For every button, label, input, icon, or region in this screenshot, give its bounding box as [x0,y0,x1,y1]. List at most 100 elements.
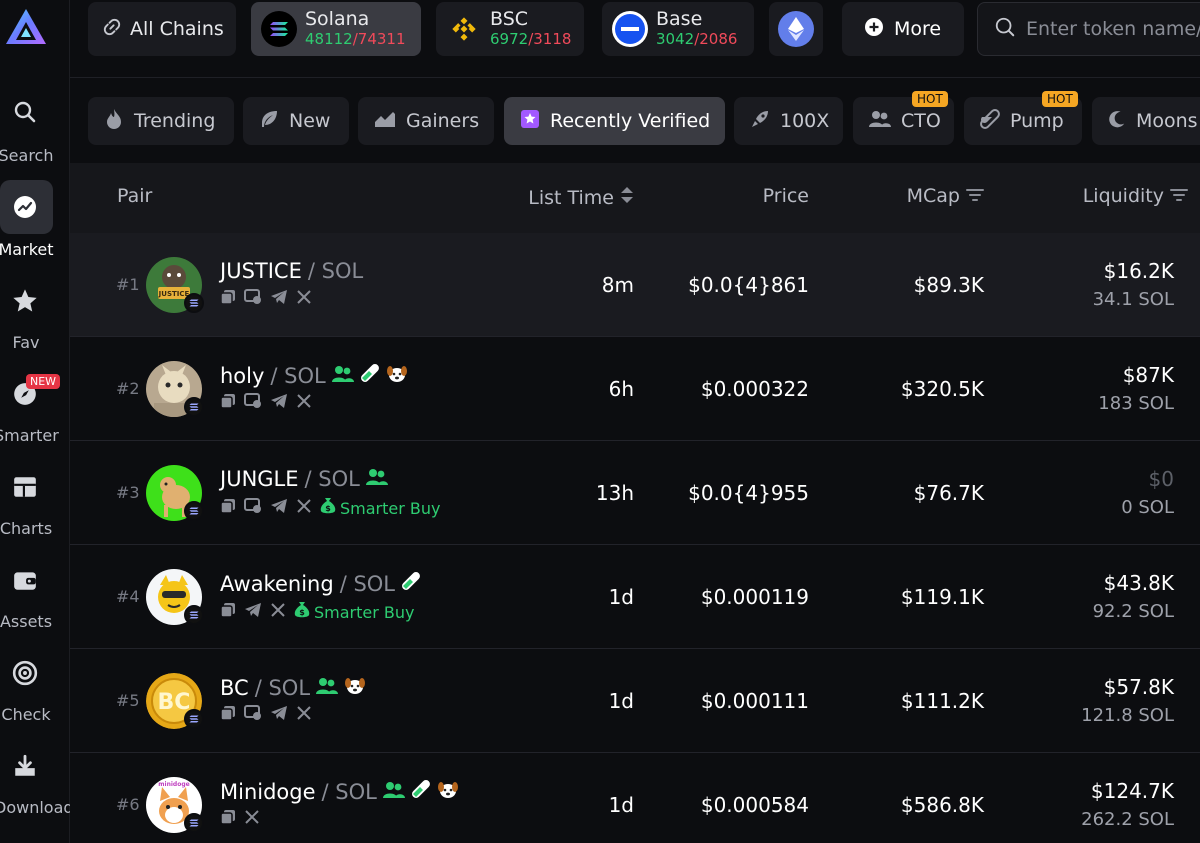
app-root: Search Market Fav NEW Smarter Charts Ass… [0,0,1200,843]
sidebar-item-label: Market [0,240,54,259]
smarter-buy-tag[interactable]: $ Smarter Buy [294,601,415,623]
tab-gainers[interactable]: Gainers [358,97,494,145]
website-icon[interactable] [244,289,262,309]
market-cap: $320.5K [900,377,984,401]
table-row[interactable]: #1 JUSTICE JUSTICE / SOL 8m $0.0{4}861 $… [70,233,1200,337]
search-input[interactable] [1026,18,1200,40]
tab-cto[interactable]: CTO HOT [853,91,954,145]
x-twitter-icon[interactable] [244,809,260,829]
target-icon [11,659,39,687]
chain-solana-button[interactable]: Solana 48112/74311 [251,2,421,56]
header-list-time[interactable]: List Time [528,185,634,210]
x-twitter-icon[interactable] [296,393,312,413]
liquidity-usd: $0 [1148,467,1174,491]
pair-name[interactable]: JUNGLE / SOL [220,467,388,491]
solana-badge-icon [184,605,204,625]
x-twitter-icon[interactable] [296,498,312,518]
copy-icon[interactable] [220,393,236,413]
token-search[interactable] [977,2,1200,56]
table-row[interactable]: #4 Awakening / SOL $ Smarter Buy 1d $0.0… [70,545,1200,649]
app-logo[interactable] [2,6,50,54]
moon-icon [1108,110,1126,133]
header-liquidity[interactable]: Liquidity [1083,185,1188,207]
tab-pump[interactable]: Pump HOT [964,91,1082,145]
copy-icon[interactable] [220,809,236,829]
tab-moons[interactable]: Moons [1092,97,1200,145]
rocket-icon [750,109,770,134]
table-row[interactable]: #3 JUNGLE / SOL $ Smarter Buy 13h $0.0{4… [70,441,1200,545]
liquidity-sol: 262.2 SOL [1081,809,1174,830]
chain-all-button[interactable]: All Chains [88,2,236,56]
table-row[interactable]: #2 holy / SOL 6h $0.000322 $320.5K $87K … [70,337,1200,441]
wallet-icon [11,566,39,594]
liquidity-usd: $43.8K [1103,571,1174,595]
chain-name: Base [656,8,703,30]
tab-trending[interactable]: Trending [88,97,234,145]
pair-name[interactable]: Awakening / SOL [220,571,421,596]
sidebar-item-label: Download [0,798,74,817]
pump-pill-icon [360,363,380,388]
telegram-icon[interactable] [270,498,288,518]
solana-icon [261,11,297,47]
telegram-icon[interactable] [270,289,288,309]
sort-icon [620,185,634,210]
price: $0.0{4}861 [688,273,809,297]
x-twitter-icon[interactable] [296,705,312,725]
row-rank: #1 [116,275,140,294]
price: $0.0{4}955 [688,481,809,505]
tab-100x[interactable]: 100X [734,97,843,145]
table-row[interactable]: #5 BC BC / SOL 1d $0.000111 $111.2K $57.… [70,649,1200,753]
pair-name[interactable]: JUSTICE / SOL [220,259,363,283]
social-links: $ Smarter Buy [220,601,415,623]
fire-icon [104,108,124,135]
chain-all-label: All Chains [130,18,224,40]
x-twitter-icon[interactable] [270,602,286,622]
tab-label: Recently Verified [550,110,711,132]
x-twitter-icon[interactable] [296,289,312,309]
pair-name[interactable]: holy / SOL [220,363,408,388]
smarter-buy-tag[interactable]: $ Smarter Buy [320,497,441,519]
copy-icon[interactable] [220,289,236,309]
chain-bsc-button[interactable]: BSC 6972/3118 [436,2,584,56]
pair-name[interactable]: Minidoge / SOL [220,779,459,804]
more-label: More [894,18,942,40]
liquidity-sol: 92.2 SOL [1092,601,1174,622]
filter-icon [966,185,984,207]
sidebar-item-label: Assets [0,612,53,631]
website-icon[interactable] [244,498,262,518]
more-chains-button[interactable]: More [842,2,964,56]
telegram-icon[interactable] [270,705,288,725]
sidebar-item-label: Check [1,705,51,724]
svg-text:BC: BC [158,690,191,715]
telegram-icon[interactable] [244,602,262,622]
price: $0.000584 [700,793,809,817]
new-badge: NEW [26,374,61,389]
chain-base-button[interactable]: Base 3042/2086 [602,2,754,56]
chain-eth-button[interactable] [769,2,823,56]
users-icon [869,110,891,133]
market-cap: $111.2K [900,689,984,713]
tab-recently-verified[interactable]: Recently Verified [504,97,725,145]
table-row[interactable]: #6 minidoge Minidoge / SOL 1d $0.000584 … [70,753,1200,843]
pair-name[interactable]: BC / SOL [220,675,366,700]
tab-label: Trending [134,110,216,132]
pill-icon [980,108,1000,134]
cto-users-icon [382,780,405,804]
website-icon[interactable] [244,705,262,725]
liquidity-usd: $124.7K [1090,779,1174,803]
copy-icon[interactable] [220,705,236,725]
website-icon[interactable] [244,393,262,413]
copy-icon[interactable] [220,602,236,622]
social-links [220,705,312,725]
chain-up-count: 3042 [656,30,695,48]
price: $0.000111 [700,689,809,713]
filter-icon [1170,185,1188,207]
chart-up-icon [374,110,396,133]
tab-label: 100X [780,110,830,132]
tab-new[interactable]: New [243,97,349,145]
market-icon [11,193,39,221]
header-mcap[interactable]: MCap [907,185,984,207]
telegram-icon[interactable] [270,393,288,413]
leaf-icon [259,109,279,134]
copy-icon[interactable] [220,498,236,518]
